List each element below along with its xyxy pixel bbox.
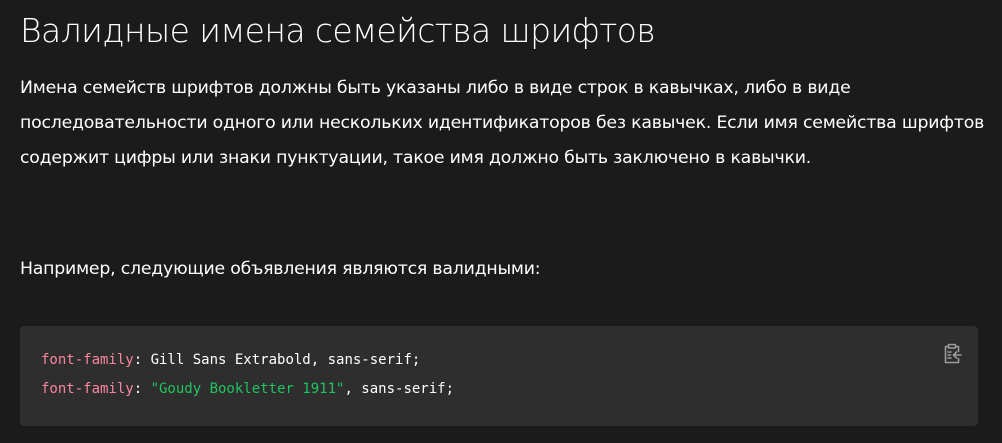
code-line-2: font-family: "Goudy Bookletter 1911", sa… xyxy=(41,381,454,397)
code-semicolon: ; xyxy=(411,352,421,368)
copy-code-button[interactable] xyxy=(940,342,964,366)
code-listing: font-family: Gill Sans Extrabold, sans-s… xyxy=(41,346,454,404)
css-value: Gill Sans Extrabold, sans-serif xyxy=(150,352,412,368)
css-string-value: "Goudy Bookletter 1911" xyxy=(150,381,345,397)
section-heading: Валидные имена семейства шрифтов xyxy=(20,11,656,50)
css-value: , sans-serif xyxy=(344,381,446,397)
code-example-block: font-family: Gill Sans Extrabold, sans-s… xyxy=(20,326,978,426)
code-line-1: font-family: Gill Sans Extrabold, sans-s… xyxy=(41,352,420,368)
intro-paragraph: Имена семейств шрифтов должны быть указа… xyxy=(20,78,985,168)
clipboard-copy-icon xyxy=(944,343,962,364)
code-semicolon: ; xyxy=(445,381,455,397)
example-paragraph: Например, следующие объявления являются … xyxy=(20,259,541,279)
code-colon: : xyxy=(133,352,151,368)
css-property: font-family xyxy=(41,352,134,368)
css-property: font-family xyxy=(41,381,134,397)
code-colon: : xyxy=(133,381,151,397)
